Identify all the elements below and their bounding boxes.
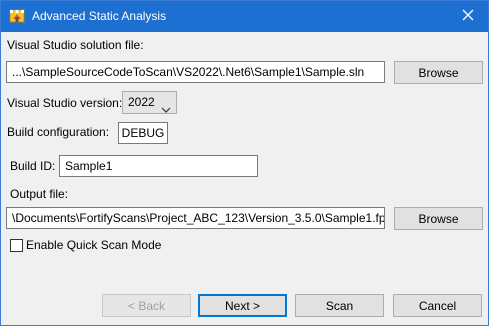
solution-browse-button[interactable]: Browse	[394, 61, 483, 84]
solution-file-label: Visual Studio solution file:	[7, 38, 144, 52]
window-title: Advanced Static Analysis	[32, 9, 167, 23]
build-config-label: Build configuration:	[7, 125, 110, 139]
cancel-button[interactable]: Cancel	[393, 294, 482, 317]
fortify-app-icon	[9, 8, 25, 24]
close-icon	[462, 9, 474, 24]
vs-version-select[interactable]: 2022	[122, 91, 177, 114]
quick-scan-label[interactable]: Enable Quick Scan Mode	[26, 238, 161, 252]
close-button[interactable]	[448, 1, 488, 32]
chevron-down-icon	[161, 99, 171, 120]
quick-scan-checkbox[interactable]	[10, 239, 23, 252]
build-id-label: Build ID:	[10, 159, 56, 173]
output-browse-button[interactable]: Browse	[394, 207, 483, 230]
scan-button[interactable]: Scan	[295, 294, 384, 317]
title-bar: Advanced Static Analysis	[1, 1, 488, 32]
output-file-label: Output file:	[10, 187, 69, 201]
dialog-window: Advanced Static Analysis Visual Studio s…	[0, 0, 489, 326]
output-file-field[interactable]: \Documents\FortifyScans\Project_ABC_123\…	[6, 207, 385, 229]
solution-file-field[interactable]: ...\SampleSourceCodeToScan\VS2022\.Net6\…	[6, 61, 385, 83]
next-button[interactable]: Next >	[198, 294, 287, 317]
build-id-field[interactable]: Sample1	[59, 155, 258, 177]
vs-version-label: Visual Studio version:	[7, 96, 123, 110]
vs-version-value: 2022	[128, 95, 155, 109]
build-config-field[interactable]: DEBUG	[118, 122, 168, 144]
back-button[interactable]: < Back	[102, 294, 191, 317]
